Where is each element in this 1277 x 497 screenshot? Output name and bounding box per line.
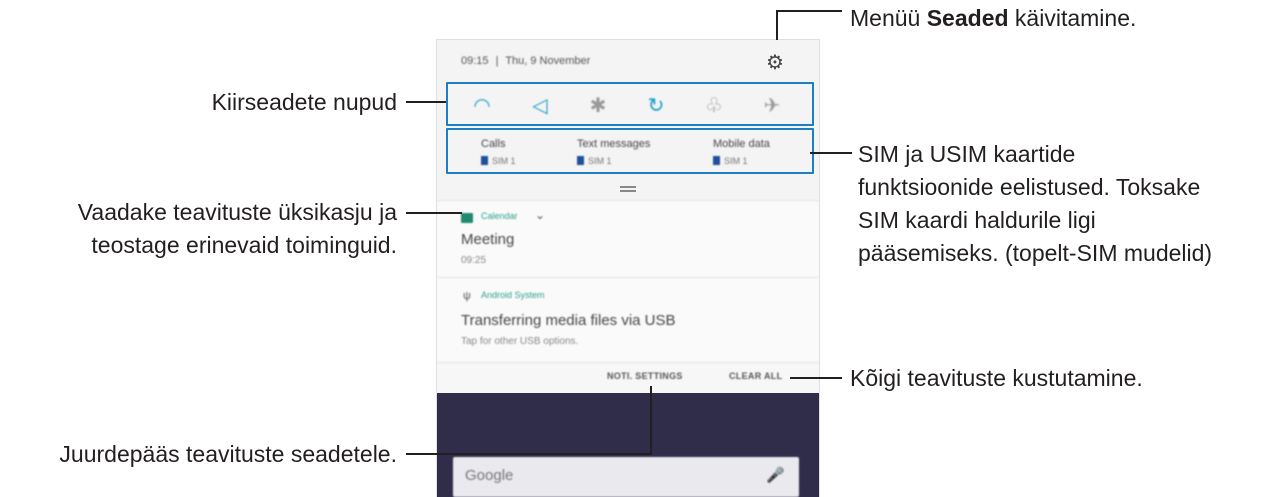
leader-details — [406, 212, 462, 214]
callout-details: Vaadake teavituste üksikasju ja teostage… — [77, 199, 397, 258]
google-logo: Google — [465, 467, 514, 484]
usb-icon: ψ — [463, 290, 471, 302]
callout-noti-settings: Juurdepääs teavituste seadetele. — [59, 441, 397, 467]
callout-clear: Kõigi teavituste kustutamine. — [850, 365, 1143, 391]
notification-calendar[interactable]: Calendar ⌄ Meeting 09:25 — [437, 200, 819, 277]
status-time: 09:15 — [461, 55, 489, 67]
google-search-bar[interactable]: Google 🎤 — [453, 457, 799, 497]
calendar-icon — [461, 213, 473, 223]
drag-handle-line — [620, 190, 636, 192]
gear-icon[interactable]: ⚙ — [764, 52, 786, 74]
callout-sim: SIM ja USIM kaartide funktsioonide eelis… — [858, 141, 1213, 266]
status-separator: | — [495, 55, 499, 67]
notification-actions: NOTI. SETTINGS CLEAR ALL — [437, 362, 819, 393]
notification-app-name: Calendar — [481, 211, 518, 221]
drag-handle[interactable] — [620, 186, 636, 188]
leader-noti-settings — [406, 453, 652, 455]
clear-all-button[interactable]: CLEAR ALL — [729, 371, 782, 381]
noti-settings-button[interactable]: NOTI. SETTINGS — [607, 371, 683, 381]
leader-settings — [776, 10, 842, 12]
leader-settings-vertical — [776, 10, 778, 40]
leader-clear — [790, 377, 842, 379]
quick-settings-highlight — [446, 82, 814, 126]
notification-text: 09:25 — [461, 255, 487, 266]
status-bar: 09:15 | Thu, 9 November — [437, 40, 819, 80]
leader-quick — [406, 101, 446, 103]
callout-settings: Menüü Seaded käivitamine. — [850, 5, 1137, 31]
callout-quick: Kiirseadete nupud — [211, 89, 397, 115]
notification-app-name: Android System — [481, 290, 545, 300]
mic-icon[interactable]: 🎤 — [766, 466, 785, 484]
notification-title: Transferring media files via USB — [461, 312, 676, 329]
status-date: Thu, 9 November — [505, 55, 591, 67]
leader-sim — [810, 152, 852, 154]
chevron-down-icon[interactable]: ⌄ — [535, 208, 545, 222]
notification-text: Tap for other USB options. — [461, 336, 579, 347]
leader-noti-vertical — [650, 386, 652, 454]
sim-highlight — [446, 128, 814, 174]
notification-usb[interactable]: ψ Android System Transferring media file… — [437, 277, 819, 362]
notification-title: Meeting — [461, 231, 515, 248]
home-screen-background: Google 🎤 — [437, 393, 819, 497]
